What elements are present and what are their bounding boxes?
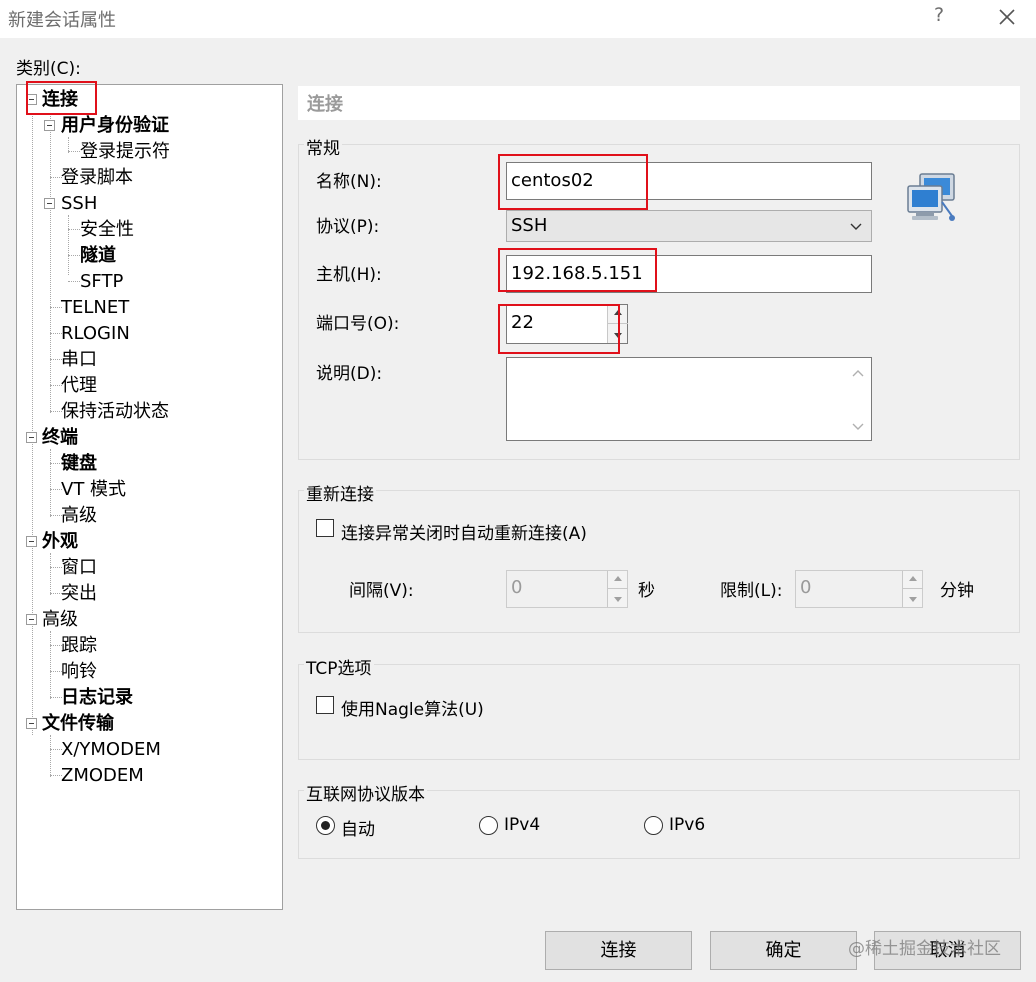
tree-item-sftp[interactable]: SFTP <box>80 270 123 294</box>
interval-stepper <box>607 571 628 607</box>
tree-item-vt-mode[interactable]: VT 模式 <box>61 478 126 502</box>
tree-item-trace[interactable]: 跟踪 <box>61 634 97 658</box>
close-button[interactable] <box>992 2 1022 32</box>
tree-item-terminal-advanced[interactable]: 高级 <box>61 504 97 528</box>
ok-button[interactable]: 确定 <box>710 931 857 970</box>
ipv4-label[interactable]: IPv4 <box>504 815 540 835</box>
tree-item-rlogin[interactable]: RLOGIN <box>61 322 130 346</box>
port-label: 端口号(O): <box>316 314 400 334</box>
category-tree[interactable]: 连接 用户身份验证 登录提示符 登录脚本 SSH 安全性 隧道 SFTP TEL… <box>16 84 283 910</box>
protocol-select[interactable]: SSH <box>506 210 872 242</box>
expand-collapse-icon[interactable] <box>44 198 55 209</box>
watermark: @稀土掘金技术社区 <box>848 939 1001 959</box>
expand-collapse-icon[interactable] <box>44 120 55 131</box>
nagle-label[interactable]: 使用Nagle算法(U) <box>341 695 484 720</box>
highlight-box-host <box>498 248 657 292</box>
stepper-up-icon <box>608 571 628 589</box>
protocol-label: 协议(P): <box>316 217 380 237</box>
host-label: 主机(H): <box>316 265 382 285</box>
interval-input: 0 <box>506 570 628 608</box>
tree-item-proxy[interactable]: 代理 <box>61 374 97 398</box>
tree-item-bell[interactable]: 响铃 <box>61 660 97 684</box>
name-label: 名称(N): <box>316 172 382 192</box>
highlight-box-connection <box>26 81 97 115</box>
page-header: 连接 <box>298 86 1020 120</box>
description-label: 说明(D): <box>316 364 383 384</box>
connect-button[interactable]: 连接 <box>545 931 692 970</box>
category-label: 类别(C): <box>16 59 81 79</box>
tree-item-security[interactable]: 安全性 <box>80 218 134 242</box>
tree-item-tunnel[interactable]: 隧道 <box>80 244 116 268</box>
stepper-down-icon <box>608 589 628 607</box>
expand-collapse-icon[interactable] <box>26 718 37 729</box>
network-computers-icon <box>907 173 955 221</box>
tree-item-login-script[interactable]: 登录脚本 <box>61 166 133 190</box>
tree-item-telnet[interactable]: TELNET <box>61 296 129 320</box>
protocol-value: SSH <box>511 215 548 236</box>
tree-item-login-prompt[interactable]: 登录提示符 <box>80 140 170 164</box>
tree-item-zmodem[interactable]: ZMODEM <box>61 764 144 788</box>
ip-auto-radio[interactable] <box>316 816 335 835</box>
limit-input: 0 <box>795 570 923 608</box>
tree-item-xymodem[interactable]: X/YMODEM <box>61 738 161 762</box>
interval-value: 0 <box>511 577 523 598</box>
scroll-up-icon[interactable] <box>851 368 865 378</box>
interval-label: 间隔(V): <box>349 581 414 601</box>
tree-item-serial[interactable]: 串口 <box>61 348 97 372</box>
window-title: 新建会话属性 <box>8 10 116 31</box>
help-button[interactable]: ? <box>930 4 948 30</box>
chevron-down-icon <box>850 223 862 230</box>
limit-stepper <box>902 571 923 607</box>
auto-reconnect-checkbox[interactable] <box>316 519 334 537</box>
tree-item-terminal[interactable]: 终端 <box>42 426 78 450</box>
reconnect-group-label: 重新连接 <box>304 480 376 505</box>
scroll-down-icon[interactable] <box>851 422 865 432</box>
description-textarea[interactable] <box>506 357 872 441</box>
tree-item-user-auth[interactable]: 用户身份验证 <box>61 114 169 138</box>
tree-item-highlight[interactable]: 突出 <box>61 582 97 606</box>
ip-auto-label[interactable]: 自动 <box>341 815 375 840</box>
auto-reconnect-label[interactable]: 连接异常关闭时自动重新连接(A) <box>341 519 587 544</box>
tcp-group-label: TCP选项 <box>304 654 374 679</box>
tree-item-appearance[interactable]: 外观 <box>42 530 78 554</box>
tree-item-window[interactable]: 窗口 <box>61 556 97 580</box>
stepper-down-icon <box>903 589 923 607</box>
ipv6-radio[interactable] <box>644 816 663 835</box>
limit-value: 0 <box>800 577 812 598</box>
stepper-up-icon <box>903 571 923 589</box>
highlight-box-port <box>498 304 620 354</box>
reconnect-group <box>298 490 1020 633</box>
page-title: 连接 <box>307 94 343 115</box>
limit-unit: 分钟 <box>940 581 974 601</box>
ipv4-radio[interactable] <box>479 816 498 835</box>
tree-item-keyboard[interactable]: 键盘 <box>61 452 97 476</box>
expand-collapse-icon[interactable] <box>26 614 37 625</box>
general-group-label: 常规 <box>304 134 342 159</box>
tree-item-keepalive[interactable]: 保持活动状态 <box>61 400 169 424</box>
expand-collapse-icon[interactable] <box>26 536 37 547</box>
expand-collapse-icon[interactable] <box>26 432 37 443</box>
close-icon <box>999 9 1015 25</box>
tree-item-ssh[interactable]: SSH <box>61 192 97 216</box>
nagle-checkbox[interactable] <box>316 696 334 714</box>
tree-item-logging[interactable]: 日志记录 <box>61 686 133 710</box>
limit-label: 限制(L): <box>720 581 783 601</box>
ipv6-label[interactable]: IPv6 <box>669 815 705 835</box>
tree-item-advanced[interactable]: 高级 <box>42 608 78 632</box>
tree-item-file-transfer[interactable]: 文件传输 <box>42 712 114 736</box>
title-bar: 新建会话属性 ? <box>0 0 1036 38</box>
ip-version-group-label: 互联网协议版本 <box>304 780 427 805</box>
interval-unit: 秒 <box>638 581 655 601</box>
highlight-box-name <box>498 154 648 210</box>
